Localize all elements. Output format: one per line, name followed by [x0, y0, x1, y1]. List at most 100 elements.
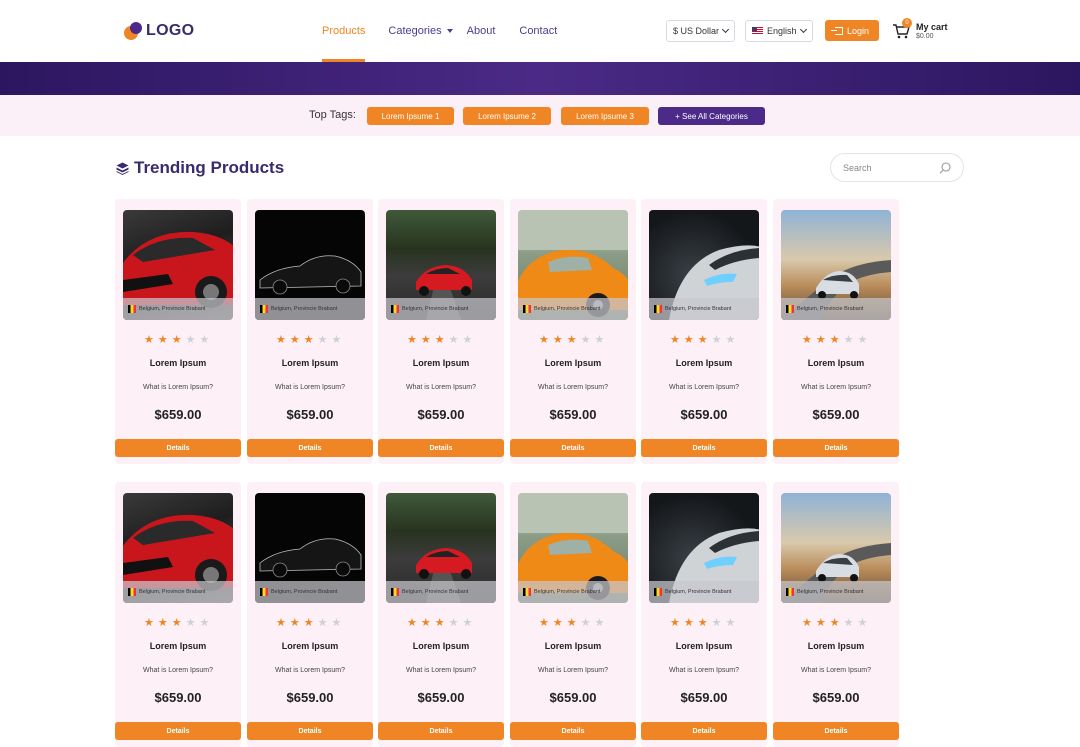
details-button[interactable]: Details [773, 722, 899, 740]
search-placeholder: Search [843, 163, 872, 173]
star-icon: ★ [289, 334, 300, 346]
details-button[interactable]: Details [378, 439, 504, 457]
star-icon: ★ [580, 617, 591, 629]
rating-stars: ★ ★ ★ ★ ★ [539, 618, 604, 629]
star-icon: ★ [289, 617, 300, 629]
details-button[interactable]: Details [247, 439, 373, 457]
product-price: $659.00 [680, 407, 728, 422]
product-card[interactable]: Belgium, Provincie Brabant ★ ★ ★ ★ ★ Lorem Ips… [247, 482, 373, 747]
language-select[interactable]: English [745, 20, 813, 42]
tag-button-1[interactable]: Lorem Ipsume 1 [367, 107, 454, 125]
product-image[interactable]: Belgium, Provincie Brabant [123, 210, 233, 320]
product-image[interactable]: Belgium, Provincie Brabant [781, 210, 891, 320]
product-card[interactable]: Belgium, Provincie Brabant ★ ★ ★ ★ ★ Lorem Ips… [641, 199, 767, 464]
product-name: Lorem Ipsum [675, 358, 733, 368]
product-card[interactable]: Belgium, Provincie Brabant ★ ★ ★ ★ ★ Lorem Ips… [510, 482, 636, 747]
search-icon[interactable] [939, 162, 951, 174]
product-image[interactable]: Belgium, Provincie Brabant [781, 493, 891, 603]
cart[interactable]: 0 My cart $0.00 [892, 18, 972, 44]
star-icon: ★ [670, 334, 680, 346]
star-icon: ★ [843, 617, 854, 629]
product-name: Lorem Ipsum [412, 358, 470, 368]
product-image[interactable]: Belgium, Provincie Brabant [255, 210, 365, 320]
product-card[interactable]: Belgium, Provincie Brabant ★ ★ ★ ★ ★ Lorem Ips… [773, 482, 899, 747]
details-button[interactable]: Details [115, 439, 241, 457]
tag-button-3[interactable]: Lorem Ipsume 3 [561, 107, 649, 125]
product-description: What is Lorem Ipsum? [142, 667, 214, 674]
star-icon: ★ [276, 617, 286, 629]
details-button[interactable]: Details [641, 722, 767, 740]
location-overlay: Belgium, Provincie Brabant [649, 581, 759, 603]
details-button[interactable]: Details [247, 722, 373, 740]
language-label: English [767, 26, 797, 36]
rating-stars: ★ ★ ★ ★ ★ [670, 618, 735, 629]
star-icon: ★ [580, 334, 591, 346]
product-card[interactable]: Belgium, Provincie Brabant ★ ★ ★ ★ ★ Lorem Ips… [378, 482, 504, 747]
chevron-down-icon [721, 25, 730, 34]
location-overlay: Belgium, Provincie Brabant [518, 298, 628, 320]
product-card[interactable]: Belgium, Provincie Brabant ★ ★ ★ ★ ★ Lorem Ips… [115, 482, 241, 747]
star-icon: ★ [697, 334, 708, 346]
details-button[interactable]: Details [510, 722, 636, 740]
product-image[interactable]: Belgium, Provincie Brabant [386, 210, 496, 320]
star-icon: ★ [199, 334, 210, 346]
location-overlay: Belgium, Provincie Brabant [123, 581, 233, 603]
see-all-categories-button[interactable]: + See All Categories [658, 107, 765, 125]
belgium-flag-icon [523, 305, 531, 313]
logo[interactable]: LOGO [124, 22, 194, 40]
star-icon: ★ [670, 617, 680, 629]
login-button[interactable]: Login [825, 20, 879, 41]
product-image[interactable]: Belgium, Provincie Brabant [649, 493, 759, 603]
product-card[interactable]: Belgium, Provincie Brabant ★ ★ ★ ★ ★ Lorem Ips… [378, 199, 504, 464]
product-price: $659.00 [286, 407, 334, 422]
star-icon: ★ [157, 334, 168, 346]
location-label: Belgium, Provincie Brabant [797, 589, 864, 595]
product-description: What is Lorem Ipsum? [668, 384, 740, 391]
belgium-flag-icon [523, 588, 531, 596]
details-button[interactable]: Details [641, 439, 767, 457]
star-icon: ★ [566, 334, 577, 346]
product-image[interactable]: Belgium, Provincie Brabant [123, 493, 233, 603]
star-icon: ★ [857, 617, 868, 629]
star-icon: ★ [802, 617, 812, 629]
product-image[interactable]: Belgium, Provincie Brabant [386, 493, 496, 603]
currency-select[interactable]: $ US Dollar [666, 20, 735, 42]
location-overlay: Belgium, Provincie Brabant [255, 298, 365, 320]
location-label: Belgium, Provincie Brabant [402, 306, 469, 312]
section-heading: Trending Products [116, 158, 284, 178]
star-icon: ★ [711, 334, 722, 346]
nav-about[interactable]: About [467, 0, 496, 62]
star-icon: ★ [594, 334, 605, 346]
details-button[interactable]: Details [510, 439, 636, 457]
product-image[interactable]: Belgium, Provincie Brabant [649, 210, 759, 320]
location-overlay: Belgium, Provincie Brabant [386, 298, 496, 320]
details-button[interactable]: Details [115, 722, 241, 740]
tag-button-2[interactable]: Lorem Ipsume 2 [463, 107, 551, 125]
product-card[interactable]: Belgium, Provincie Brabant ★ ★ ★ ★ ★ Lorem Ips… [510, 199, 636, 464]
star-icon: ★ [276, 334, 286, 346]
star-icon: ★ [434, 617, 445, 629]
product-image[interactable]: Belgium, Provincie Brabant [518, 493, 628, 603]
location-label: Belgium, Provincie Brabant [402, 589, 469, 595]
star-icon: ★ [448, 617, 459, 629]
nav-contact[interactable]: Contact [519, 0, 557, 62]
product-price: $659.00 [812, 690, 860, 705]
product-card[interactable]: Belgium, Provincie Brabant ★ ★ ★ ★ ★ Lorem Ips… [247, 199, 373, 464]
product-description: What is Lorem Ipsum? [537, 384, 609, 391]
product-card[interactable]: Belgium, Provincie Brabant ★ ★ ★ ★ ★ Lorem Ips… [773, 199, 899, 464]
product-card[interactable]: Belgium, Provincie Brabant ★ ★ ★ ★ ★ Lorem Ips… [115, 199, 241, 464]
product-card[interactable]: Belgium, Provincie Brabant ★ ★ ★ ★ ★ Lorem Ips… [641, 482, 767, 747]
details-button[interactable]: Details [773, 439, 899, 457]
section-title: Trending Products [134, 158, 285, 177]
search-input[interactable]: Search [830, 153, 964, 182]
nav-products[interactable]: Products [322, 0, 366, 62]
product-price: $659.00 [417, 690, 465, 705]
star-icon: ★ [552, 334, 563, 346]
belgium-flag-icon [260, 588, 268, 596]
cart-count-badge: 0 [902, 18, 912, 28]
details-button[interactable]: Details [378, 722, 504, 740]
star-icon: ★ [331, 617, 342, 629]
product-image[interactable]: Belgium, Provincie Brabant [518, 210, 628, 320]
product-image[interactable]: Belgium, Provincie Brabant [255, 493, 365, 603]
nav-categories[interactable]: Categories [388, 0, 453, 62]
